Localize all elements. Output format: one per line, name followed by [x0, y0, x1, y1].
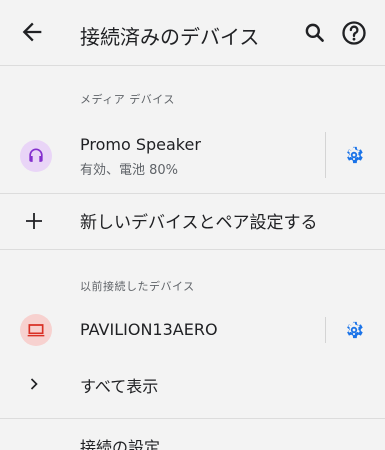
page-title: 接続済みのデバイス [80, 25, 260, 49]
pair-new-device-label: 新しいデバイスとペア設定する [80, 213, 318, 233]
laptop-icon [20, 314, 52, 346]
chevron-right-icon [30, 378, 38, 390]
plus-icon [26, 213, 42, 229]
connection-preferences-row[interactable]: 接続の設定 [0, 419, 385, 450]
gear-icon[interactable] [343, 319, 365, 341]
help-icon[interactable] [340, 19, 368, 47]
show-all-row[interactable]: すべて表示 [0, 360, 385, 408]
device-row-pavilion13aero[interactable]: PAVILION13AERO [0, 305, 385, 355]
gear-icon[interactable] [343, 144, 365, 166]
device-name: PAVILION13AERO [80, 320, 218, 339]
app-bar: 接続済みのデバイス [0, 0, 385, 66]
device-name: Promo Speaker [80, 135, 201, 154]
connection-preferences-label: 接続の設定 [80, 438, 161, 450]
search-icon[interactable] [302, 20, 328, 46]
divider [0, 249, 385, 250]
section-header-previous-devices: 以前接続したデバイス [80, 280, 195, 293]
arrow-back-icon[interactable] [18, 18, 46, 46]
headset-icon [20, 140, 52, 172]
device-row-promo-speaker[interactable]: Promo Speaker 有効、電池 80% [0, 126, 385, 186]
vertical-divider [325, 132, 326, 178]
vertical-divider [325, 317, 326, 343]
section-header-media-devices: メディア デバイス [80, 93, 175, 106]
show-all-label: すべて表示 [80, 377, 159, 396]
pair-new-device-row[interactable]: 新しいデバイスとペア設定する [0, 194, 385, 248]
device-status: 有効、電池 80% [80, 163, 179, 178]
